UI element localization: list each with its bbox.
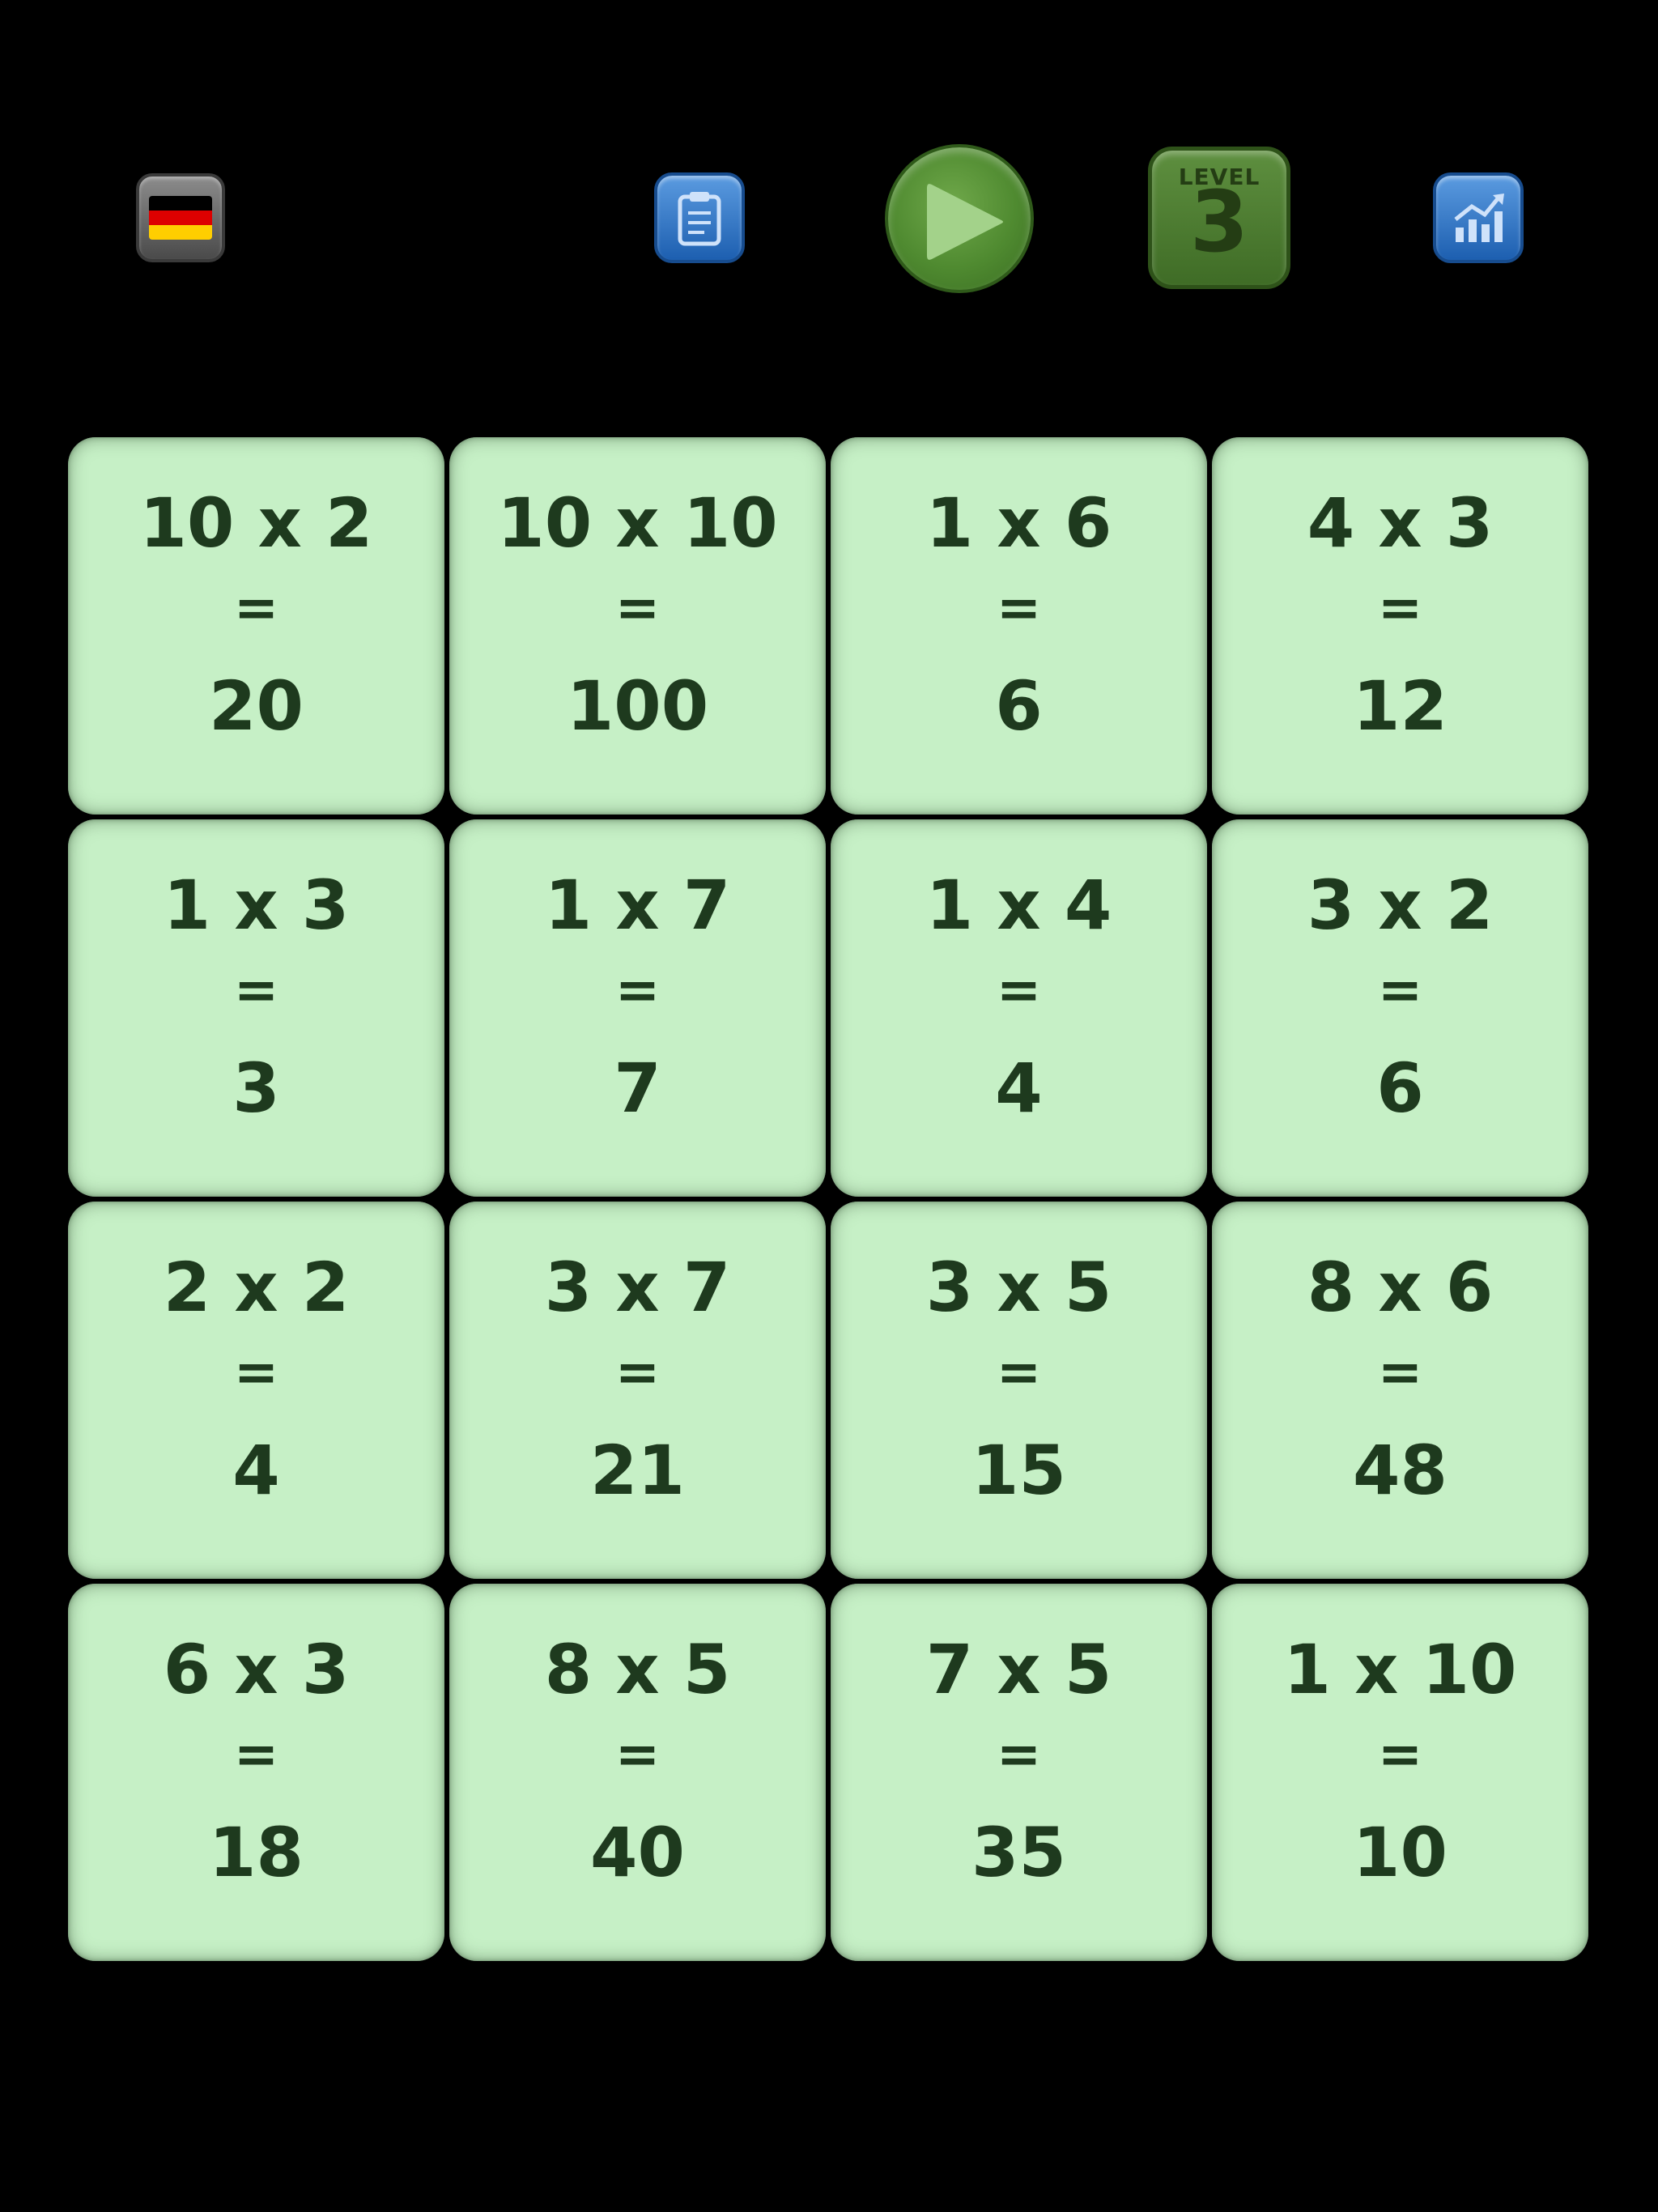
card-equals: =	[996, 1723, 1042, 1785]
stats-button[interactable]	[1433, 172, 1524, 263]
card-equals: =	[233, 1723, 279, 1785]
card-question: 1 x 4	[925, 866, 1112, 945]
card-answer: 4	[232, 1431, 280, 1510]
clipboard-button[interactable]	[654, 172, 745, 263]
card-equals: =	[614, 959, 661, 1021]
card-question: 1 x 3	[163, 866, 350, 945]
card-answer: 100	[566, 666, 709, 746]
card-question: 7 x 5	[925, 1630, 1112, 1709]
card-2[interactable]: 10 x 10 = 100	[449, 437, 826, 815]
level-badge[interactable]: LEVEL 3	[1148, 147, 1290, 289]
card-equals: =	[996, 959, 1042, 1021]
card-answer: 12	[1353, 666, 1448, 746]
card-equals: =	[614, 576, 661, 639]
card-10[interactable]: 3 x 7 = 21	[449, 1202, 826, 1579]
card-13[interactable]: 6 x 3 = 18	[68, 1584, 444, 1961]
germany-flag-icon	[149, 196, 212, 240]
card-9[interactable]: 2 x 2 = 4	[68, 1202, 444, 1579]
card-answer: 35	[971, 1813, 1066, 1892]
card-equals: =	[233, 1341, 279, 1403]
play-button[interactable]	[885, 144, 1034, 293]
play-icon	[927, 184, 1003, 260]
card-equals: =	[233, 576, 279, 639]
card-answer: 6	[995, 666, 1043, 746]
card-answer: 7	[614, 1049, 661, 1128]
card-question: 3 x 7	[544, 1248, 731, 1327]
card-answer: 20	[209, 666, 304, 746]
level-number: 3	[1189, 172, 1249, 271]
card-16[interactable]: 1 x 10 = 10	[1212, 1584, 1588, 1961]
card-answer: 10	[1353, 1813, 1448, 1892]
card-7[interactable]: 1 x 4 = 4	[831, 819, 1207, 1197]
card-equals: =	[1377, 1723, 1423, 1785]
card-question: 1 x 6	[925, 483, 1112, 563]
card-question: 2 x 2	[163, 1248, 350, 1327]
card-question: 1 x 10	[1283, 1630, 1517, 1709]
card-equals: =	[1377, 1341, 1423, 1403]
card-question: 10 x 2	[139, 483, 373, 563]
card-11[interactable]: 3 x 5 = 15	[831, 1202, 1207, 1579]
card-answer: 6	[1376, 1049, 1424, 1128]
card-question: 1 x 7	[544, 866, 731, 945]
card-answer: 15	[971, 1431, 1066, 1510]
card-equals: =	[233, 959, 279, 1021]
card-8[interactable]: 3 x 2 = 6	[1212, 819, 1588, 1197]
card-4[interactable]: 4 x 3 = 12	[1212, 437, 1588, 815]
card-5[interactable]: 1 x 3 = 3	[68, 819, 444, 1197]
card-answer: 21	[590, 1431, 685, 1510]
card-equals: =	[614, 1341, 661, 1403]
card-question: 3 x 5	[925, 1248, 1112, 1327]
card-question: 10 x 10	[497, 483, 778, 563]
card-equals: =	[996, 1341, 1042, 1403]
card-12[interactable]: 8 x 6 = 48	[1212, 1202, 1588, 1579]
chart-icon	[1454, 194, 1504, 242]
language-button[interactable]	[136, 173, 225, 262]
card-answer: 18	[209, 1813, 304, 1892]
card-answer: 4	[995, 1049, 1043, 1128]
card-15[interactable]: 7 x 5 = 35	[831, 1584, 1207, 1961]
clipboard-icon	[678, 192, 721, 246]
card-question: 6 x 3	[163, 1630, 350, 1709]
card-3[interactable]: 1 x 6 = 6	[831, 437, 1207, 815]
card-question: 3 x 2	[1307, 866, 1494, 945]
card-answer: 40	[590, 1813, 685, 1892]
card-equals: =	[1377, 959, 1423, 1021]
card-question: 8 x 5	[544, 1630, 731, 1709]
card-answer: 48	[1353, 1431, 1448, 1510]
card-grid: 10 x 2 = 20 10 x 10 = 100 1 x 6 = 6 4 x …	[68, 437, 1593, 1961]
card-1[interactable]: 10 x 2 = 20	[68, 437, 444, 815]
card-14[interactable]: 8 x 5 = 40	[449, 1584, 826, 1961]
card-answer: 3	[232, 1049, 280, 1128]
card-question: 4 x 3	[1307, 483, 1494, 563]
toolbar: LEVEL 3	[0, 0, 1658, 340]
card-equals: =	[996, 576, 1042, 639]
card-question: 8 x 6	[1307, 1248, 1494, 1327]
card-6[interactable]: 1 x 7 = 7	[449, 819, 826, 1197]
card-equals: =	[1377, 576, 1423, 639]
card-equals: =	[614, 1723, 661, 1785]
